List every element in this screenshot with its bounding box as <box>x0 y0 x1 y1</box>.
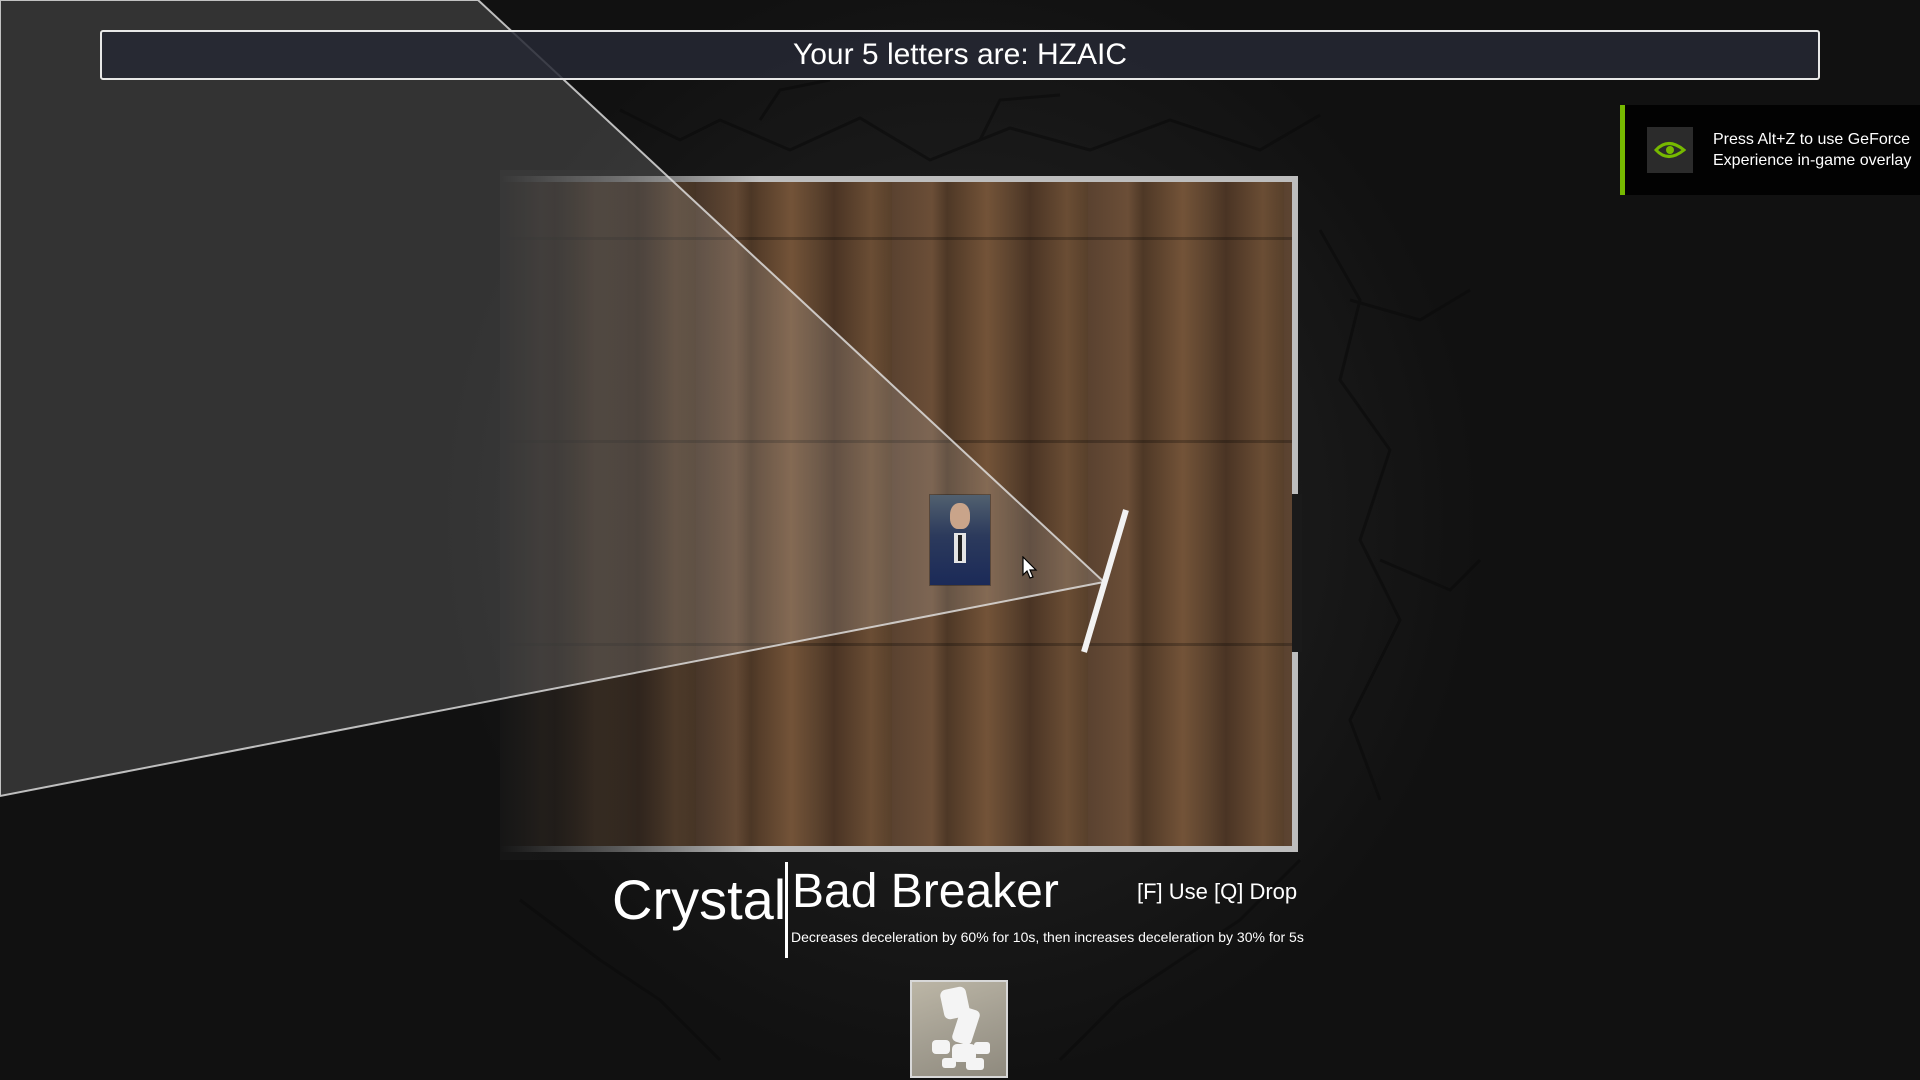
letters-banner: Your 5 letters are: HZAIC <box>100 30 1820 80</box>
letters-banner-text: Your 5 letters are: HZAIC <box>792 38 1128 71</box>
game-scene: Your 5 letters are: HZAIC Press Alt+Z to… <box>0 0 1920 1080</box>
mouse-cursor-icon <box>1022 556 1038 579</box>
item-subtitle: Bad Breaker <box>792 865 1059 918</box>
nvidia-logo-icon <box>1647 127 1693 173</box>
item-name: Crystal <box>612 868 787 931</box>
item-divider <box>785 862 788 958</box>
geforce-overlay-notice: Press Alt+Z to use GeForce Experience in… <box>1620 105 1920 195</box>
player-character <box>930 495 990 585</box>
inventory-slot[interactable] <box>910 980 1008 1078</box>
item-description: Decreases deceleration by 60% for 10s, t… <box>791 929 1304 945</box>
geforce-overlay-text: Press Alt+Z to use GeForce Experience in… <box>1713 131 1912 169</box>
item-key-hints: [F] Use [Q] Drop <box>1137 879 1298 904</box>
